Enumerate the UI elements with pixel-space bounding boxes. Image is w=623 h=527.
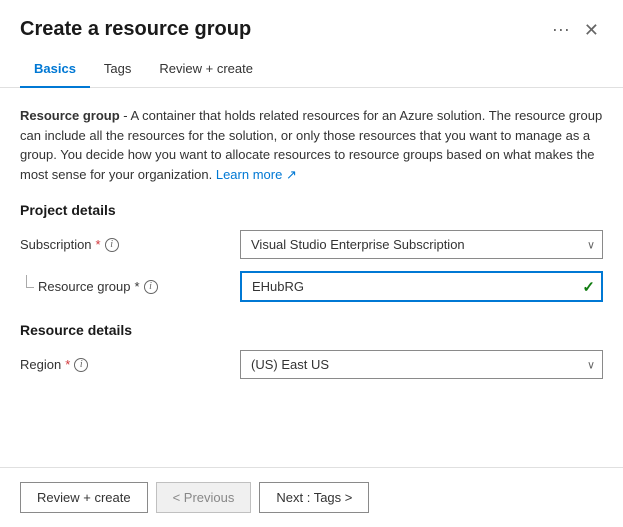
resource-group-label: Resource group * i — [38, 279, 240, 294]
subscription-label: Subscription * i — [20, 237, 240, 252]
tab-tags[interactable]: Tags — [90, 51, 145, 88]
resource-group-control: ✓ — [240, 271, 603, 302]
external-link-icon: ↗ — [286, 167, 297, 182]
description-text: Resource group - A container that holds … — [20, 106, 603, 184]
tab-bar: Basics Tags Review + create — [0, 51, 623, 88]
subscription-info-icon[interactable]: i — [105, 238, 119, 252]
region-row: Region * i (US) East US ∨ — [20, 350, 603, 379]
next-button[interactable]: Next : Tags > — [259, 482, 369, 513]
subscription-required: * — [96, 237, 101, 252]
rg-valid-icon: ✓ — [582, 278, 595, 296]
region-required: * — [65, 357, 70, 372]
tab-basics[interactable]: Basics — [20, 51, 90, 88]
project-details-title: Project details — [20, 202, 603, 218]
project-details-section: Project details Subscription * i Visual … — [20, 202, 603, 302]
dialog-title: Create a resource group — [20, 18, 542, 41]
rg-required: * — [135, 279, 140, 294]
review-create-button[interactable]: Review + create — [20, 482, 148, 513]
dialog-header: Create a resource group ··· ✕ — [0, 0, 623, 51]
subscription-control: Visual Studio Enterprise Subscription ∨ — [240, 230, 603, 259]
create-resource-group-dialog: Create a resource group ··· ✕ Basics Tag… — [0, 0, 623, 527]
previous-button[interactable]: < Previous — [156, 482, 252, 513]
resource-group-row: Resource group * i ✓ — [20, 271, 603, 302]
dialog-footer: Review + create < Previous Next : Tags > — [0, 467, 623, 527]
rg-info-icon[interactable]: i — [144, 280, 158, 294]
dialog-body: Resource group - A container that holds … — [0, 88, 623, 467]
subscription-select[interactable]: Visual Studio Enterprise Subscription — [240, 230, 603, 259]
resource-details-title: Resource details — [20, 322, 603, 338]
region-label: Region * i — [20, 357, 240, 372]
region-control: (US) East US ∨ — [240, 350, 603, 379]
learn-more-link[interactable]: Learn more ↗ — [216, 167, 297, 182]
close-button[interactable]: ✕ — [580, 19, 603, 41]
description-bold: Resource group — [20, 108, 120, 123]
subscription-row: Subscription * i Visual Studio Enterpris… — [20, 230, 603, 259]
tab-review-create[interactable]: Review + create — [145, 51, 267, 88]
region-info-icon[interactable]: i — [74, 358, 88, 372]
resource-group-input[interactable] — [240, 271, 603, 302]
region-select[interactable]: (US) East US — [240, 350, 603, 379]
resource-details-section: Resource details Region * i (US) East US… — [20, 322, 603, 379]
more-options-icon[interactable]: ··· — [552, 19, 570, 40]
